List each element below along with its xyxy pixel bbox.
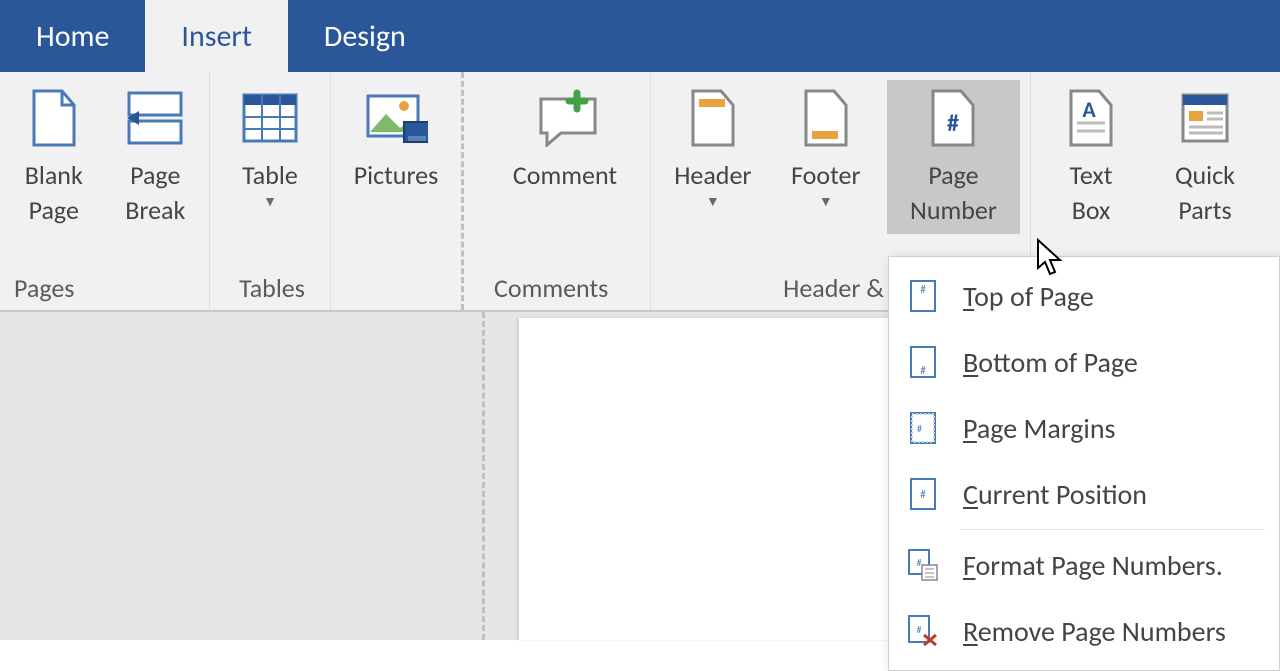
pictures-button[interactable]: Pictures (341, 86, 451, 193)
svg-text:#: # (920, 364, 926, 377)
mouse-cursor (1036, 238, 1064, 285)
blank-page-button[interactable]: Blank Page (10, 86, 98, 228)
chevron-down-icon: ▼ (819, 193, 833, 212)
page-number-label: Page Number (910, 158, 997, 228)
header-icon (681, 86, 745, 150)
table-button[interactable]: Table ▼ (220, 86, 320, 212)
format-page-numbers-icon: # (905, 547, 941, 583)
svg-text:A: A (1082, 96, 1096, 123)
chevron-down-icon: ▼ (263, 193, 277, 212)
svg-text:#: # (920, 488, 926, 501)
menu-format-label: Format Page Numbers. (963, 548, 1223, 583)
group-illustrations: Pictures (331, 72, 461, 310)
footer-button[interactable]: Footer ▼ (779, 86, 873, 212)
svg-text:#: # (920, 283, 926, 296)
comment-label: Comment (513, 158, 617, 193)
svg-text:#: # (917, 556, 922, 569)
bottom-of-page-icon: # (905, 344, 941, 380)
menu-top-of-page[interactable]: # Top of Page (889, 263, 1279, 329)
chevron-down-icon: ▼ (706, 193, 720, 212)
menu-format-page-numbers[interactable]: # Format Page Numbers. (889, 532, 1279, 598)
top-of-page-icon: # (905, 278, 941, 314)
pictures-icon (364, 86, 428, 150)
pictures-label: Pictures (354, 158, 439, 193)
group-comments: Comment Comments (461, 72, 651, 310)
page-number-menu: # Top of Page # Bottom of Page # Page Ma… (888, 256, 1280, 671)
quick-parts-label: Quick Parts (1175, 158, 1235, 228)
comment-icon (533, 86, 597, 150)
comment-button[interactable]: Comment (490, 86, 640, 193)
remove-page-numbers-icon: # (905, 613, 941, 649)
group-comments-label: Comments (490, 268, 640, 310)
menu-remove-page-numbers[interactable]: # Remove Page Numbers (889, 598, 1279, 664)
svg-text:#: # (917, 422, 922, 435)
header-button[interactable]: Header ▼ (661, 86, 765, 212)
group-tables: Table ▼ Tables (210, 72, 331, 310)
page-number-icon: # (921, 86, 985, 150)
page-margins-icon: # (905, 410, 941, 446)
footer-icon (794, 86, 858, 150)
header-label: Header (674, 158, 751, 193)
page-break-icon (123, 86, 187, 150)
menu-current-position[interactable]: # Current Position (889, 461, 1279, 527)
blank-page-label: Blank Page (25, 158, 83, 228)
page-number-button[interactable]: # Page Number (887, 80, 1020, 234)
ribbon-tabs: Home Insert Design (0, 0, 1280, 72)
table-label: Table (242, 158, 298, 193)
group-tables-label: Tables (220, 268, 320, 310)
menu-top-label: Top of Page (963, 279, 1094, 314)
menu-bottom-label: Bottom of Page (963, 345, 1138, 380)
page-gutter (0, 312, 485, 640)
menu-bottom-of-page[interactable]: # Bottom of Page (889, 329, 1279, 395)
menu-remove-label: Remove Page Numbers (963, 614, 1226, 649)
table-icon (238, 86, 302, 150)
page-break-label: Page Break (125, 158, 185, 228)
quick-parts-button[interactable]: Quick Parts (1155, 86, 1255, 228)
page-break-button[interactable]: Page Break (112, 86, 200, 228)
text-box-label: Text Box (1070, 158, 1113, 228)
text-box-button[interactable]: A Text Box (1041, 86, 1141, 228)
text-box-icon: A (1059, 86, 1123, 150)
tab-insert[interactable]: Insert (145, 0, 288, 72)
menu-separator (961, 529, 1265, 530)
menu-page-margins[interactable]: # Page Margins (889, 395, 1279, 461)
menu-current-label: Current Position (963, 477, 1147, 512)
svg-text:#: # (947, 109, 959, 138)
quick-parts-icon (1173, 86, 1237, 150)
group-pages: Blank Page Page Break Pages (0, 72, 210, 310)
tab-home[interactable]: Home (0, 0, 145, 72)
footer-label: Footer (791, 158, 860, 193)
blank-page-icon (22, 86, 86, 150)
tab-design[interactable]: Design (288, 0, 442, 72)
group-pages-label: Pages (10, 268, 199, 310)
menu-margins-label: Page Margins (963, 411, 1116, 446)
svg-text:#: # (917, 623, 922, 636)
current-position-icon: # (905, 476, 941, 512)
